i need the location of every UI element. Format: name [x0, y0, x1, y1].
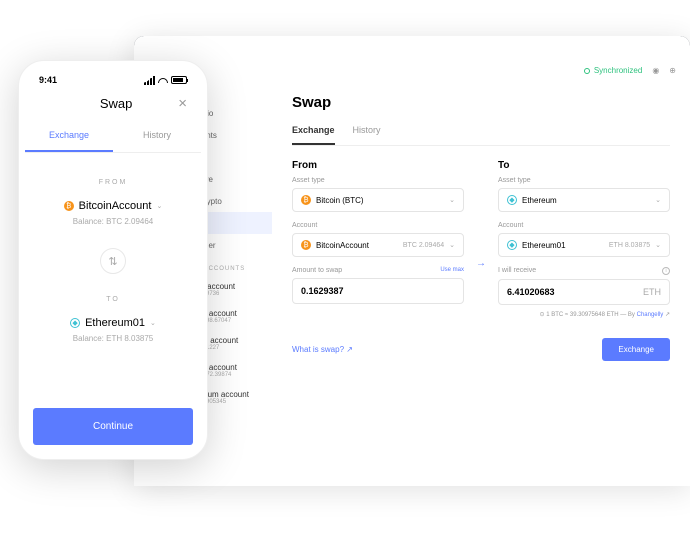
- phone-page-title: Swap: [100, 96, 133, 111]
- tab-history[interactable]: History: [353, 125, 381, 145]
- from-account-label: Account: [292, 222, 464, 229]
- mobile-device: 9:41 Swap × Exchange History FROM ₿ Bitc…: [18, 60, 208, 460]
- to-account-select[interactable]: ◆Ethereum01 ETH 8.03875⌄: [498, 233, 670, 257]
- wifi-icon: [158, 78, 168, 83]
- amount-label: Amount to swap: [292, 267, 342, 274]
- chevron-down-icon: ⌄: [449, 196, 455, 204]
- changelly-link[interactable]: Changelly: [637, 312, 664, 318]
- to-asset-select[interactable]: ◆Ethereum ⌄: [498, 188, 670, 212]
- close-icon[interactable]: ×: [178, 95, 187, 112]
- receive-output: 6.41020683ETH: [498, 279, 670, 305]
- phone-from-label: FROM: [41, 179, 185, 186]
- to-account-label: Account: [498, 222, 670, 229]
- from-asset-label: Asset type: [292, 177, 464, 184]
- phone-tab-history[interactable]: History: [113, 120, 201, 152]
- from-asset-select[interactable]: ₿Bitcoin (BTC) ⌄: [292, 188, 464, 212]
- swap-direction-icon[interactable]: ⇅: [100, 248, 126, 274]
- use-max-button[interactable]: Use max: [440, 267, 464, 274]
- chevron-down-icon: ⌄: [156, 202, 162, 210]
- phone-from-balance: Balance: BTC 2.09464: [41, 217, 185, 226]
- battery-icon: [171, 76, 187, 84]
- bitcoin-icon: ₿: [301, 240, 311, 250]
- to-asset-label: Asset type: [498, 177, 670, 184]
- phone-to-balance: Balance: ETH 8.03875: [41, 334, 185, 343]
- chevron-down-icon: ⌄: [150, 319, 156, 327]
- lock-icon[interactable]: ⊕: [669, 66, 676, 75]
- info-icon[interactable]: i: [662, 267, 670, 275]
- status-time: 9:41: [39, 75, 57, 85]
- sync-status: Synchronized: [584, 66, 642, 75]
- from-heading: From: [292, 160, 464, 171]
- continue-button[interactable]: Continue: [33, 408, 193, 445]
- phone-tab-exchange[interactable]: Exchange: [25, 120, 113, 152]
- chevron-down-icon: ⌄: [655, 241, 661, 249]
- rate-info: ⊙ 1 BTC ≈ 39.30975648 ETH — By Changelly…: [498, 311, 670, 318]
- eye-icon[interactable]: ◉: [652, 66, 659, 75]
- phone-to-account[interactable]: ◆ Ethereum01 ⌄: [41, 317, 185, 329]
- phone-to-label: TO: [41, 296, 185, 303]
- from-account-select[interactable]: ₿BitcoinAccount BTC 2.09464⌄: [292, 233, 464, 257]
- ethereum-icon: ◆: [70, 318, 80, 328]
- amount-input[interactable]: 0.1629387: [292, 278, 464, 304]
- bitcoin-icon: ₿: [301, 195, 311, 205]
- receive-label: I will receive: [498, 267, 536, 275]
- ethereum-icon: ◆: [507, 240, 517, 250]
- desktop-app-window: Synchronized ◉ ⊕ MENU ⊞Portfolio ▭Accoun…: [154, 56, 690, 486]
- tab-exchange[interactable]: Exchange: [292, 125, 335, 145]
- chevron-down-icon: ⌄: [449, 241, 455, 249]
- exchange-button[interactable]: Exchange: [602, 338, 670, 361]
- swap-arrow-icon: →: [476, 160, 486, 318]
- to-heading: To: [498, 160, 670, 171]
- chevron-down-icon: ⌄: [655, 196, 661, 204]
- phone-from-account[interactable]: ₿ BitcoinAccount ⌄: [41, 200, 185, 212]
- page-title: Swap: [292, 94, 670, 111]
- what-is-swap-link[interactable]: What is swap? ↗: [292, 345, 353, 354]
- ethereum-icon: ◆: [507, 195, 517, 205]
- bitcoin-icon: ₿: [64, 201, 74, 211]
